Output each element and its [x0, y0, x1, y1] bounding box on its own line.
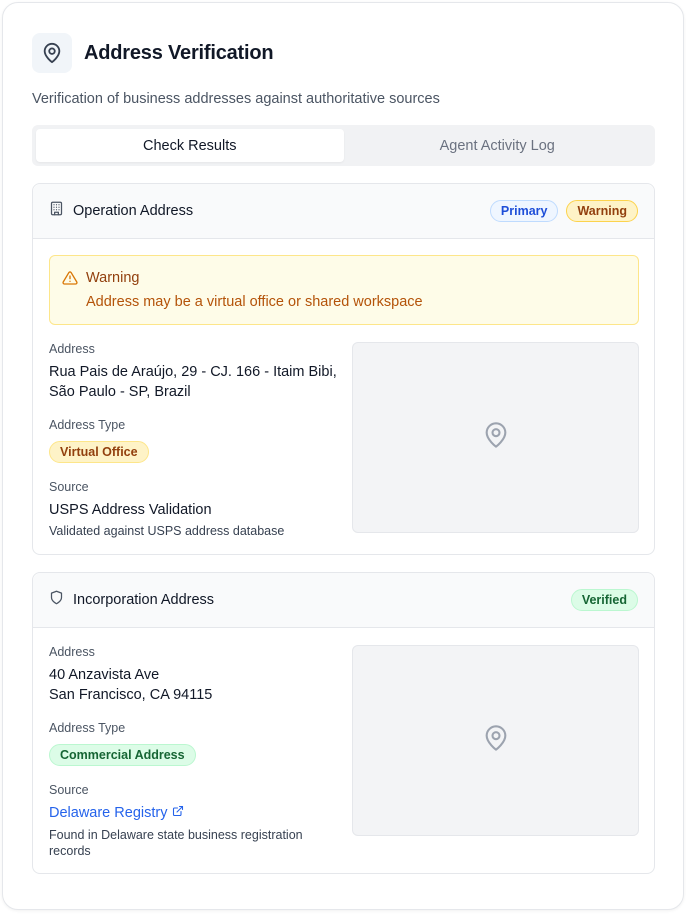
alert-title: Warning	[86, 270, 140, 286]
tab-agent-activity-log[interactable]: Agent Activity Log	[344, 129, 652, 162]
warning-badge: Warning	[566, 200, 638, 222]
source-label: Source	[49, 480, 89, 494]
address-type-label: Address Type	[49, 418, 126, 432]
address-line-1: Rua Pais de Araújo, 29 - CJ. 166 - Itaim…	[49, 364, 337, 380]
address-type-label: Address Type	[49, 721, 126, 735]
external-link-icon	[172, 803, 184, 823]
page-subtitle: Verification of business addresses again…	[32, 91, 440, 107]
source-note: Found in Delaware state business registr…	[49, 828, 303, 858]
map-placeholder	[352, 645, 639, 836]
address-line-2: São Paulo - SP, Brazil	[49, 384, 191, 400]
building-icon	[49, 201, 64, 221]
page-title: Address Verification	[84, 41, 274, 64]
map-pin-icon	[482, 421, 510, 454]
address-type-badge: Virtual Office	[49, 441, 149, 463]
header: Address Verification	[32, 33, 274, 73]
map-pin-icon	[32, 33, 72, 73]
delaware-registry-link[interactable]: Delaware Registry	[49, 803, 184, 823]
tab-bar: Check Results Agent Activity Log	[32, 125, 655, 166]
section-header: Operation Address Primary Warning	[33, 184, 654, 239]
alert-message: Address may be a virtual office or share…	[86, 294, 423, 310]
warning-triangle-icon	[62, 270, 78, 291]
section-title: Incorporation Address	[73, 592, 215, 608]
warning-alert: Warning Address may be a virtual office …	[49, 255, 639, 325]
link-label: Delaware Registry	[49, 805, 168, 821]
source-value: USPS Address Validation	[49, 502, 212, 518]
verified-badge: Verified	[570, 589, 638, 611]
section-title: Operation Address	[73, 203, 194, 219]
address-label: Address	[49, 645, 95, 659]
primary-badge: Primary	[489, 200, 559, 222]
address-type-badge: Commercial Address	[49, 744, 196, 766]
operation-address-section: Operation Address Primary Warning Warnin…	[32, 183, 655, 555]
address-verification-card: Address Verification Verification of bus…	[2, 2, 684, 910]
incorporation-address-section: Incorporation Address Verified Address 4…	[32, 572, 655, 874]
tab-check-results[interactable]: Check Results	[36, 129, 344, 162]
source-note: Validated against USPS address database	[49, 524, 285, 538]
map-placeholder	[352, 342, 639, 533]
shield-icon	[49, 590, 64, 610]
address-line-1: 40 Anzavista Ave	[49, 667, 160, 683]
address-line-2: San Francisco, CA 94115	[49, 687, 213, 703]
address-label: Address	[49, 342, 95, 356]
map-pin-icon	[482, 724, 510, 757]
source-label: Source	[49, 783, 89, 797]
section-header: Incorporation Address Verified	[33, 573, 654, 628]
